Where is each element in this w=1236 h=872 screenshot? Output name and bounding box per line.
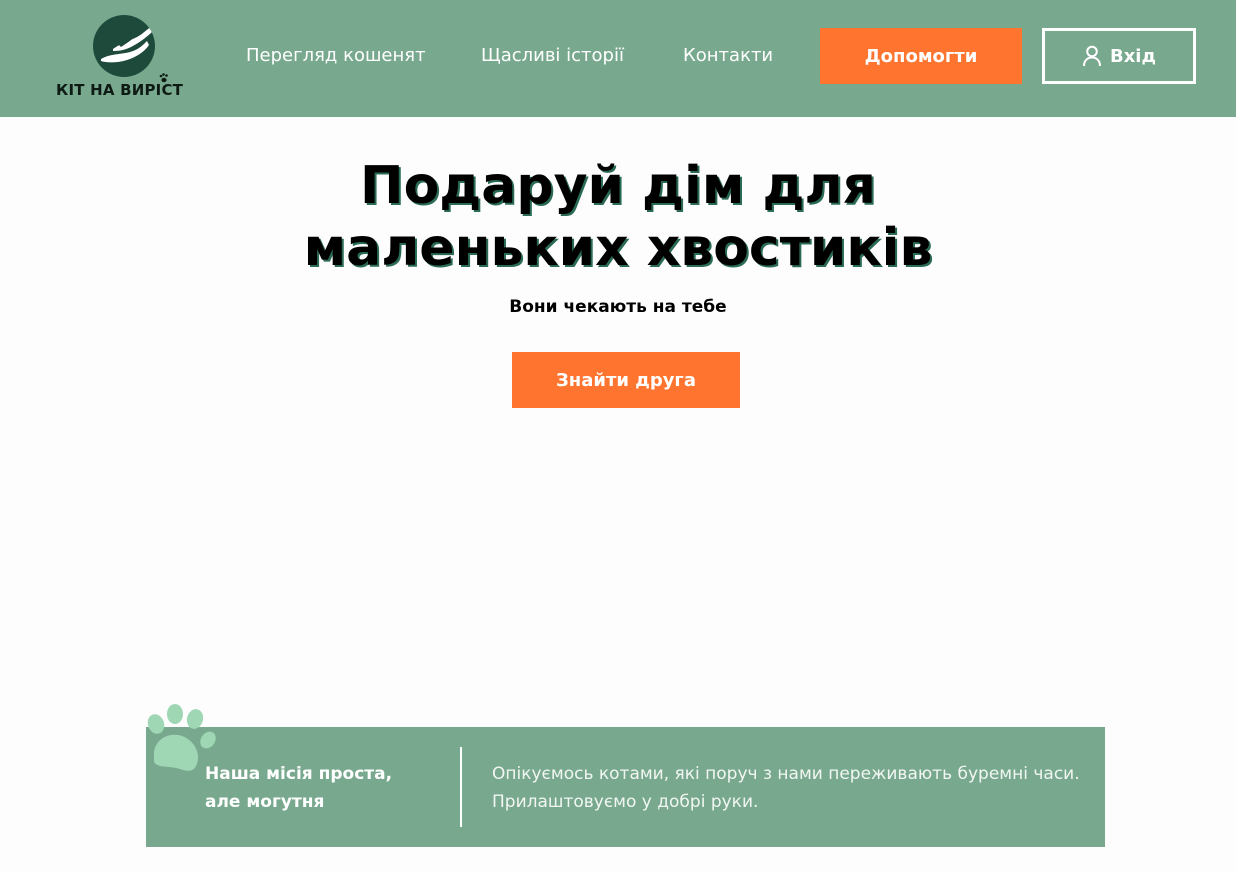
paw-icon: [147, 704, 216, 771]
help-button-label: Допомогти: [864, 45, 978, 67]
site-header: КІТ НА ВИРІСТ Перегляд кошенят Щасливі і…: [0, 0, 1236, 117]
mission-title-line2: але могутня: [205, 792, 325, 812]
hero-title: Подаруй дім для маленьких хвостиків: [0, 155, 1236, 279]
user-icon: [1082, 45, 1101, 67]
mission-text-line2: Прилаштовуємо у добрі руки.: [492, 792, 759, 812]
hero-title-line2: маленьких хвостиків: [303, 218, 933, 278]
login-button-label: Вхід: [1109, 45, 1157, 67]
logo-text: КІТ НА ВИРІСТ: [56, 81, 184, 99]
mission-divider: [460, 747, 462, 827]
hero-subtitle: Вони чекають на тебе: [509, 297, 727, 317]
mission-section: Наша місія проста, але могутня Опікуємос…: [146, 727, 1105, 847]
nav-link-stories[interactable]: Щасливі історії: [481, 45, 624, 66]
mission-title: Наша місія проста, але могутня: [205, 760, 425, 816]
nav-link-kittens[interactable]: Перегляд кошенят: [246, 45, 426, 66]
site-logo[interactable]: КІТ НА ВИРІСТ: [56, 14, 196, 104]
mission-text: Опікуємось котами, які поруч з нами пере…: [492, 760, 1092, 816]
find-friend-button-label: Знайти друга: [555, 369, 696, 391]
mission-title-line1: Наша місія проста,: [205, 764, 393, 784]
login-button[interactable]: Вхід: [1042, 28, 1196, 84]
mission-text-line1: Опікуємось котами, які поруч з нами пере…: [492, 764, 1080, 784]
find-friend-button[interactable]: Знайти друга: [512, 352, 740, 408]
hero-title-line1: Подаруй дім для: [360, 156, 876, 216]
nav-link-contacts[interactable]: Контакти: [683, 45, 773, 66]
help-button[interactable]: Допомогти: [820, 28, 1022, 84]
cat-hands-logo-icon: [93, 15, 155, 77]
